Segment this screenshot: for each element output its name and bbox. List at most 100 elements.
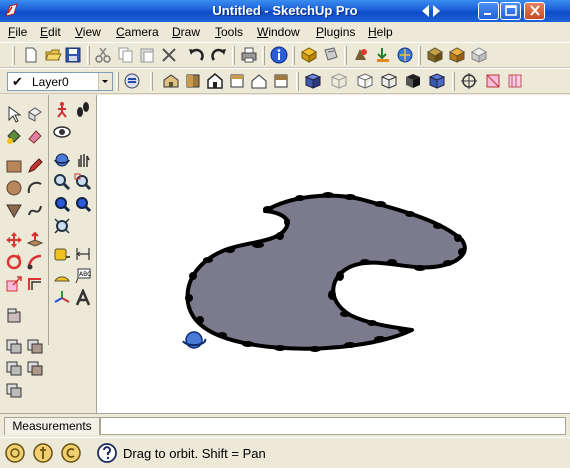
menu-plugins[interactable]: Plugins <box>316 25 355 39</box>
text-tool-icon[interactable]: ABC <box>74 267 92 285</box>
new-icon[interactable] <box>22 46 40 64</box>
toolbar-grip[interactable] <box>150 72 153 91</box>
zoom-icon[interactable] <box>53 173 71 191</box>
orbit-icon[interactable] <box>53 151 71 169</box>
toolbar-grip[interactable] <box>296 72 299 91</box>
minimize-button[interactable] <box>478 2 499 20</box>
push-pull-icon[interactable] <box>26 231 44 249</box>
monochrome-icon[interactable] <box>428 72 446 90</box>
select-arrow-icon[interactable] <box>5 105 23 123</box>
iso-view-icon[interactable] <box>162 72 180 90</box>
menu-view[interactable]: View <box>75 25 101 39</box>
toolbar-grip[interactable] <box>292 46 295 65</box>
polygon-icon[interactable] <box>5 201 23 219</box>
model-viewport[interactable] <box>97 95 570 413</box>
extension-icon[interactable] <box>470 46 488 64</box>
print-icon[interactable] <box>240 46 258 64</box>
menu-edit[interactable]: Edit <box>40 25 61 39</box>
toolbar-grip[interactable] <box>262 46 265 65</box>
protractor-icon[interactable] <box>53 267 71 285</box>
layout-icon-4[interactable] <box>26 359 44 377</box>
zoom-selection-icon[interactable] <box>53 217 71 235</box>
share-model-icon[interactable] <box>396 46 414 64</box>
redo-icon[interactable] <box>210 46 228 64</box>
toolbar-grip[interactable] <box>232 46 235 65</box>
copyright-icon[interactable] <box>60 442 82 464</box>
paint-bucket-icon[interactable] <box>5 127 23 145</box>
section-display-icon[interactable] <box>506 72 524 90</box>
right-view-icon[interactable] <box>228 72 246 90</box>
hidden-line-icon[interactable] <box>356 72 374 90</box>
top-view-icon[interactable] <box>184 72 202 90</box>
toolbar-grip[interactable] <box>12 46 15 65</box>
circle-icon[interactable] <box>5 179 23 197</box>
3d-text-icon[interactable] <box>74 289 92 307</box>
axes-icon[interactable] <box>53 289 71 307</box>
wireframe-icon[interactable] <box>330 72 348 90</box>
layout-icon-2[interactable] <box>26 337 44 355</box>
model-info-icon[interactable] <box>270 46 288 64</box>
layout-icon-5[interactable] <box>5 381 23 399</box>
group-icon[interactable] <box>5 307 23 325</box>
layout-icon-1[interactable] <box>5 337 23 355</box>
layers-icon[interactable] <box>123 72 141 90</box>
cut-icon[interactable] <box>94 46 112 64</box>
crescent-face[interactable] <box>185 193 467 351</box>
menu-file[interactable]: File <box>8 25 27 39</box>
menu-window[interactable]: Window <box>257 25 300 39</box>
toolbar-grip[interactable] <box>87 46 90 65</box>
rectangle-icon[interactable] <box>5 157 23 175</box>
zoom-window-icon[interactable] <box>74 173 92 191</box>
arc-icon[interactable] <box>26 179 44 197</box>
make-component-icon[interactable] <box>300 46 318 64</box>
google-earth-icon[interactable] <box>352 46 370 64</box>
menu-draw[interactable]: Draw <box>172 25 200 39</box>
drawing-canvas[interactable] <box>97 95 570 413</box>
warehouse-icon[interactable] <box>448 46 466 64</box>
save-icon[interactable] <box>64 46 82 64</box>
help-icon[interactable] <box>96 442 118 464</box>
shaded-icon[interactable] <box>380 72 398 90</box>
component-icon[interactable] <box>426 46 444 64</box>
toolbar-grip[interactable] <box>116 72 119 91</box>
front-view-icon[interactable] <box>206 72 224 90</box>
paste-icon[interactable] <box>138 46 156 64</box>
menu-tools[interactable]: Tools <box>215 25 243 39</box>
toolbar-grip[interactable] <box>452 72 455 91</box>
section-plane-icon[interactable] <box>460 72 478 90</box>
credits-icon[interactable] <box>32 442 54 464</box>
previous-view-icon[interactable] <box>74 195 92 213</box>
paint-icon[interactable] <box>322 46 340 64</box>
footprints-icon[interactable] <box>74 101 92 119</box>
back-view-icon[interactable] <box>250 72 268 90</box>
offset-icon[interactable] <box>26 275 44 293</box>
measurements-input[interactable] <box>100 417 566 435</box>
freehand-icon[interactable] <box>26 201 44 219</box>
menu-camera[interactable]: Camera <box>116 25 159 39</box>
open-icon[interactable] <box>44 46 62 64</box>
erase-icon[interactable] <box>160 46 178 64</box>
eraser-icon[interactable] <box>26 127 44 145</box>
scale-icon[interactable] <box>5 275 23 293</box>
copy-icon[interactable] <box>116 46 134 64</box>
get-models-icon[interactable] <box>374 46 392 64</box>
walk-icon[interactable] <box>53 101 71 119</box>
zoom-extents-icon[interactable] <box>53 195 71 213</box>
pencil-icon[interactable] <box>26 157 44 175</box>
move-icon[interactable] <box>5 231 23 249</box>
shaded-texture-icon[interactable] <box>404 72 422 90</box>
follow-me-icon[interactable] <box>26 253 44 271</box>
toolbar-grip[interactable] <box>344 46 347 65</box>
tape-measure-icon[interactable] <box>53 245 71 263</box>
layout-icon-3[interactable] <box>5 359 23 377</box>
layer-select[interactable]: ✔ Layer0 <box>7 72 113 91</box>
undo-icon[interactable] <box>187 46 205 64</box>
layer-dropdown-button[interactable] <box>98 73 112 90</box>
toolbar-grip[interactable] <box>418 46 421 65</box>
section-cut-icon[interactable] <box>484 72 502 90</box>
look-around-icon[interactable] <box>53 123 71 141</box>
close-button[interactable] <box>524 2 545 20</box>
left-view-icon[interactable] <box>272 72 290 90</box>
rotate-icon[interactable] <box>5 253 23 271</box>
pan-icon[interactable] <box>74 151 92 169</box>
